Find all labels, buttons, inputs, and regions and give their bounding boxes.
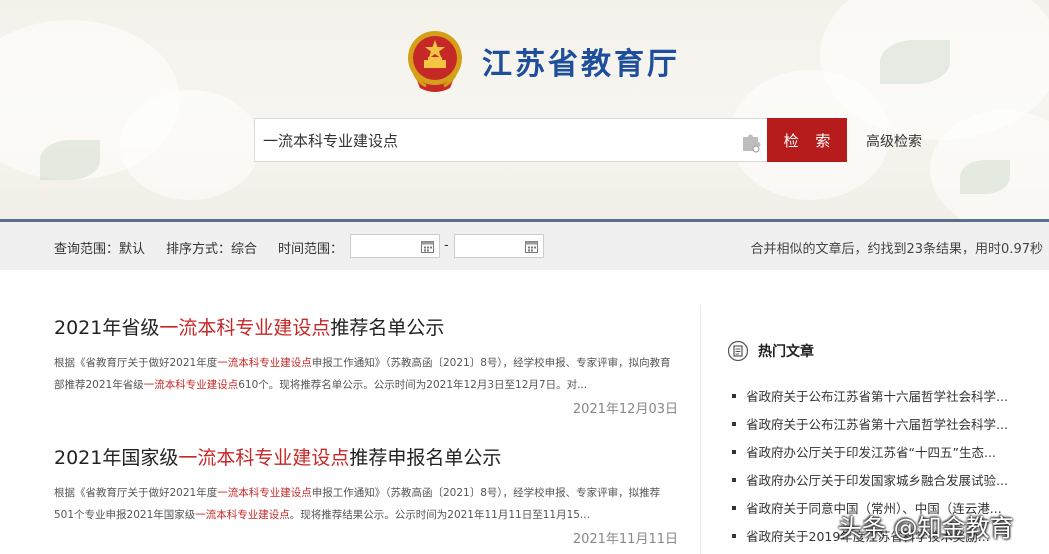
site-logo[interactable]: 江苏省教育厅: [404, 28, 680, 94]
result-title-prefix: 2021年省级: [54, 317, 160, 339]
advanced-search-link[interactable]: 高级检索: [866, 131, 922, 151]
date-from-input[interactable]: [350, 234, 440, 258]
document-icon: [728, 340, 748, 362]
hot-article-link[interactable]: 省政府办公厅关于印发江苏省“十四五”生态...: [730, 442, 1035, 470]
result-title-highlight: 一流本科专业建设点: [178, 447, 350, 469]
scope-filter[interactable]: 查询范围：默认: [54, 238, 145, 257]
snippet-highlight: 一流本科专业建设点: [143, 379, 239, 391]
result-snippet: 根据《省教育厅关于做好2021年度一流本科专业建设点申报工作通知》（苏教高函〔2…: [54, 482, 678, 526]
snippet-text: 根据《省教育厅关于做好2021年度: [54, 487, 218, 499]
site-title: 江苏省教育厅: [482, 47, 680, 82]
result-item: 2021年省级一流本科专业建设点推荐名单公示 根据《省教育厅关于做好2021年度…: [54, 313, 678, 417]
filter-bar: 查询范围：默认 排序方式：综合 时间范围： - 合并相似的文章后，约找到23条结…: [0, 222, 1049, 270]
hot-article-link[interactable]: 省政府办公厅关于印发国家城乡融合发展试验...: [730, 470, 1035, 498]
calendar-icon[interactable]: [421, 240, 434, 253]
hot-article-link[interactable]: 省政府关于公布江苏省第十六届哲学社会科学...: [730, 386, 1035, 414]
result-title-highlight: 一流本科专业建设点: [159, 317, 331, 339]
hot-article-link[interactable]: 省政府关于公布江苏省第十六届哲学社会科学...: [730, 414, 1035, 442]
snippet-highlight: 一流本科专业建设点: [217, 357, 312, 369]
watermark: 头条 @知金教育: [838, 514, 1014, 542]
search-box: [254, 118, 767, 162]
snippet-highlight: 一流本科专业建设点: [217, 487, 312, 499]
result-title-prefix: 2021年国家级: [54, 447, 179, 469]
date-separator: -: [444, 238, 449, 253]
result-title-link[interactable]: 2021年国家级一流本科专业建设点推荐申报名单公示: [54, 443, 678, 470]
hot-articles-header: 热门文章: [728, 340, 814, 362]
snippet-highlight: 一流本科专业建设点: [195, 509, 290, 521]
result-date: 2021年12月03日: [572, 402, 678, 417]
search-button[interactable]: 检 索: [767, 118, 847, 162]
hot-articles-title: 热门文章: [758, 344, 814, 360]
result-title-suffix: 推荐名单公示: [330, 317, 445, 339]
snippet-text: 。现将推荐结果公示。公示时间为2021年11月11日至11月15...: [289, 509, 590, 521]
snippet-text: 根据《省教育厅关于做好2021年度: [54, 357, 218, 369]
calendar-icon[interactable]: [525, 240, 538, 253]
national-emblem-icon: [408, 31, 462, 92]
column-divider: [700, 305, 701, 554]
result-date: 2021年11月11日: [572, 532, 678, 547]
sort-filter[interactable]: 排序方式：综合: [166, 238, 257, 257]
puzzle-extension-icon[interactable]: [741, 131, 761, 153]
result-summary: 合并相似的文章后，约找到23条结果，用时0.97秒: [750, 242, 1044, 257]
time-range-label: 时间范围：: [278, 242, 344, 257]
date-to-input[interactable]: [454, 234, 544, 258]
result-snippet: 根据《省教育厅关于做好2021年度一流本科专业建设点申报工作通知》（苏教高函〔2…: [54, 352, 678, 396]
result-title-link[interactable]: 2021年省级一流本科专业建设点推荐名单公示: [54, 313, 678, 340]
result-title-suffix: 推荐申报名单公示: [349, 447, 502, 469]
result-item: 2021年国家级一流本科专业建设点推荐申报名单公示 根据《省教育厅关于做好202…: [54, 443, 678, 547]
snippet-text: 610个。现将推荐名单公示。公示时间为2021年12月3日至12月7日。对...: [238, 379, 588, 391]
search-input[interactable]: [263, 119, 733, 161]
